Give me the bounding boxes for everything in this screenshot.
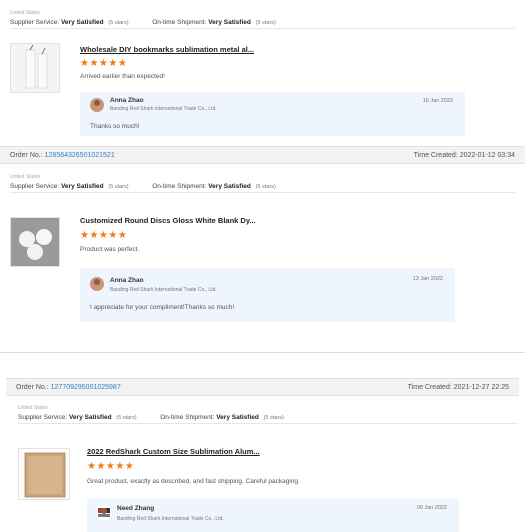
service-ratings: Supplier Service: Very Satisfied (5 star… xyxy=(18,412,518,424)
time-created-label: Time Created: xyxy=(413,151,458,159)
reply-date: 09 Jan 2022 xyxy=(416,505,447,511)
order-no-label: Order No.: xyxy=(16,383,49,391)
reply-author: Anna Zhao xyxy=(110,277,144,284)
order-header: Order No.: 128564326501021521 Time Creat… xyxy=(0,146,525,164)
product-rating-stars: ★★★★★ xyxy=(80,58,128,69)
service-ratings: Supplier Service: Very Satisfied (5 star… xyxy=(10,17,515,29)
order-no-label: Order No.: xyxy=(10,151,43,159)
review-card: Order No.: 127709295001025987 Time Creat… xyxy=(0,378,525,532)
supplier-reply: Need Zhang Baoding Red Shark Internation… xyxy=(87,499,459,532)
company-logo-icon xyxy=(98,508,110,517)
round-discs-product-image xyxy=(11,218,59,266)
supplier-reply: Anna Zhao Baoding Red Shark Internationa… xyxy=(80,268,455,322)
buyer-comment: Arrived earlier than expected! xyxy=(80,73,165,80)
service-ratings: Supplier Service: Very Satisfied (5 star… xyxy=(10,181,515,193)
reply-author: Need Zhang xyxy=(117,505,155,512)
reply-date: 13 Jan 2022 xyxy=(412,276,443,282)
avatar xyxy=(97,506,111,520)
buyer-meta: United States Supplier Service: Very Sat… xyxy=(0,164,525,193)
section-divider xyxy=(0,352,525,376)
bookmark-product-image xyxy=(11,44,59,92)
product-title-link[interactable]: Wholesale DIY bookmarks sublimation meta… xyxy=(80,45,254,54)
reply-company: Baoding Red Shark International Trade Co… xyxy=(117,516,224,522)
supplier-reply: Anna Zhao Baoding Red Shark Internationa… xyxy=(80,92,465,136)
buyer-country: United States xyxy=(10,174,41,180)
buyer-comment: Great product, exactly as described, and… xyxy=(87,478,300,485)
product-title-link[interactable]: 2022 RedShark Custom Size Sublimation Al… xyxy=(87,447,260,456)
product-rating-stars: ★★★★★ xyxy=(87,461,135,472)
reply-company: Baoding Red Shark International Trade Co… xyxy=(110,106,217,112)
buyer-country: United States xyxy=(10,10,41,16)
reply-company: Baoding Red Shark International Trade Co… xyxy=(110,287,217,293)
time-created-value: 2021-12-27 22:25 xyxy=(453,383,509,391)
aluminum-sheet-product-image xyxy=(19,449,69,499)
product-thumbnail[interactable] xyxy=(10,43,60,93)
time-created-value: 2022-01-12 03:34 xyxy=(459,151,515,159)
order-number-link[interactable]: 128564326501021521 xyxy=(45,152,115,159)
reply-text: Thanks so much! xyxy=(90,123,140,130)
reply-date: 16 Jan 2022 xyxy=(422,98,453,104)
time-created-label: Time Created: xyxy=(407,383,452,391)
buyer-meta: United States Supplier Service: Very Sat… xyxy=(0,0,525,29)
review-card: United States Supplier Service: Very Sat… xyxy=(0,0,525,146)
avatar xyxy=(90,98,104,112)
reply-text: I appreciate for your compliment!Thanks … xyxy=(90,304,235,311)
review-card: Order No.: 128564326501021521 Time Creat… xyxy=(0,146,525,336)
order-number-link[interactable]: 127709295001025987 xyxy=(51,384,121,391)
order-header: Order No.: 127709295001025987 Time Creat… xyxy=(6,378,519,396)
product-rating-stars: ★★★★★ xyxy=(80,230,128,241)
avatar xyxy=(90,277,104,291)
product-title-link[interactable]: Customized Round Discs Gloss White Blank… xyxy=(80,216,256,225)
buyer-comment: Product was perfect. xyxy=(80,246,140,253)
buyer-country: United States xyxy=(18,405,49,411)
buyer-meta: United States Supplier Service: Very Sat… xyxy=(0,396,525,424)
reply-author: Anna Zhao xyxy=(110,97,144,104)
product-thumbnail[interactable] xyxy=(18,448,70,500)
product-thumbnail[interactable] xyxy=(10,217,60,267)
